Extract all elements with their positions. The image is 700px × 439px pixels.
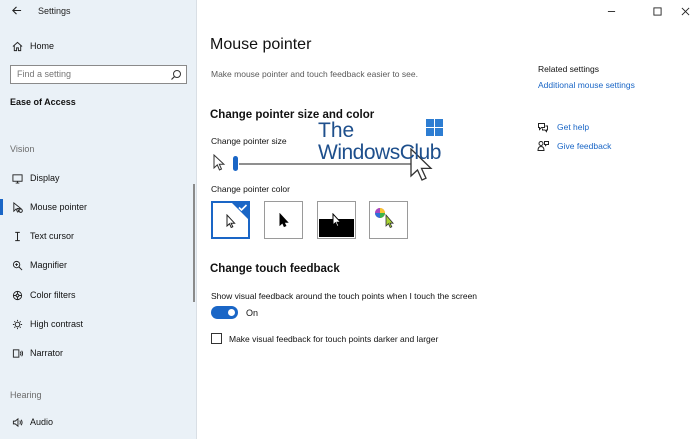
section-vision: Vision (10, 144, 35, 154)
sidebar-item-high-contrast[interactable]: High contrast (0, 313, 196, 335)
touch-feedback-label: Show visual feedback around the touch po… (211, 291, 478, 301)
sidebar-item-label: Narrator (30, 348, 64, 358)
search-icon[interactable] (170, 69, 182, 81)
maximize-icon (652, 6, 662, 16)
back-button[interactable] (8, 4, 24, 20)
watermark-logo: The WindowsClub (318, 119, 458, 169)
main-content: Mouse pointer Make mouse pointer and tou… (198, 0, 700, 439)
windows-logo-icon (426, 119, 443, 136)
toggle-knob (228, 309, 235, 316)
sidebar-item-audio[interactable]: Audio (0, 411, 196, 433)
touch-feedback-toggle[interactable] (211, 306, 238, 319)
watermark-line1: The (318, 119, 355, 142)
search-input[interactable] (17, 69, 167, 79)
close-icon (681, 7, 689, 15)
sidebar-item-label: Text cursor (30, 231, 75, 241)
close-button[interactable] (674, 3, 696, 19)
pointer-color-custom[interactable] (369, 201, 408, 239)
help-icon (538, 123, 548, 133)
give-feedback-link[interactable]: Give feedback (557, 141, 611, 151)
toggle-state-label: On (246, 308, 259, 318)
sidebar-item-display[interactable]: Display (0, 167, 196, 189)
touch-section-title: Change touch feedback (210, 263, 340, 275)
minimize-button[interactable] (600, 3, 622, 19)
additional-mouse-settings-link[interactable]: Additional mouse settings (538, 80, 635, 90)
search-box[interactable] (10, 65, 187, 84)
get-help-link[interactable]: Get help (557, 122, 589, 132)
feedback-icon (537, 141, 549, 151)
darker-feedback-label[interactable]: Make visual feedback for touch points da… (229, 334, 438, 344)
darker-feedback-checkbox[interactable] (211, 333, 222, 344)
sidebar-item-mouse-pointer[interactable]: Mouse pointer (0, 196, 196, 218)
sidebar-item-label: Audio (30, 417, 54, 427)
app-title: Settings (38, 6, 71, 16)
sidebar-item-label: Mouse pointer (30, 202, 88, 212)
inverted-pointer-icon (332, 213, 342, 228)
home-icon (10, 39, 24, 53)
sidebar-scrollbar[interactable] (193, 184, 195, 302)
checkmark-icon (231, 202, 249, 220)
mouse-pointer-icon (10, 200, 24, 214)
sidebar-item-text-cursor[interactable]: Text cursor (0, 225, 196, 247)
arrow-left-icon (11, 6, 21, 15)
nav-home-label: Home (30, 41, 55, 51)
watermark-line2: WindowsClub (318, 141, 441, 164)
sidebar-item-label: High contrast (30, 319, 84, 329)
page-title: Mouse pointer (210, 36, 312, 53)
small-pointer-icon (213, 154, 226, 171)
pointer-color-white[interactable] (211, 201, 250, 239)
nav-home[interactable]: Home (0, 36, 196, 56)
section-hearing: Hearing (10, 390, 42, 400)
maximize-button[interactable] (646, 3, 668, 19)
color-wheel-icon (375, 208, 394, 229)
group-title: Ease of Access (10, 97, 76, 107)
magnifier-icon (10, 258, 24, 272)
pointer-color-label: Change pointer color (211, 184, 290, 194)
sidebar-item-label: Color filters (30, 290, 76, 300)
narrator-icon (10, 346, 24, 360)
pointer-color-black[interactable] (264, 201, 303, 239)
sidebar: Settings Home Ease of Access Vision Disp… (0, 0, 197, 439)
related-settings-title: Related settings (538, 64, 599, 74)
pointer-size-slider-thumb[interactable] (233, 156, 238, 171)
black-pointer-icon (279, 213, 289, 228)
selection-indicator (0, 199, 3, 215)
sidebar-item-narrator[interactable]: Narrator (0, 342, 196, 364)
sidebar-item-label: Display (30, 173, 60, 183)
high-contrast-icon (10, 317, 24, 331)
text-cursor-icon (10, 229, 24, 243)
sidebar-item-magnifier[interactable]: Magnifier (0, 254, 196, 276)
color-filter-icon (10, 288, 24, 302)
audio-icon (10, 415, 24, 429)
monitor-icon (10, 171, 24, 185)
minimize-icon (607, 10, 615, 12)
page-description: Make mouse pointer and touch feedback ea… (211, 69, 418, 79)
pointer-size-label: Change pointer size (211, 136, 287, 146)
sidebar-titlebar: Settings (0, 0, 197, 24)
sidebar-item-label: Magnifier (30, 260, 68, 270)
sidebar-item-color-filters[interactable]: Color filters (0, 284, 196, 306)
pointer-color-inverted[interactable] (317, 201, 356, 239)
